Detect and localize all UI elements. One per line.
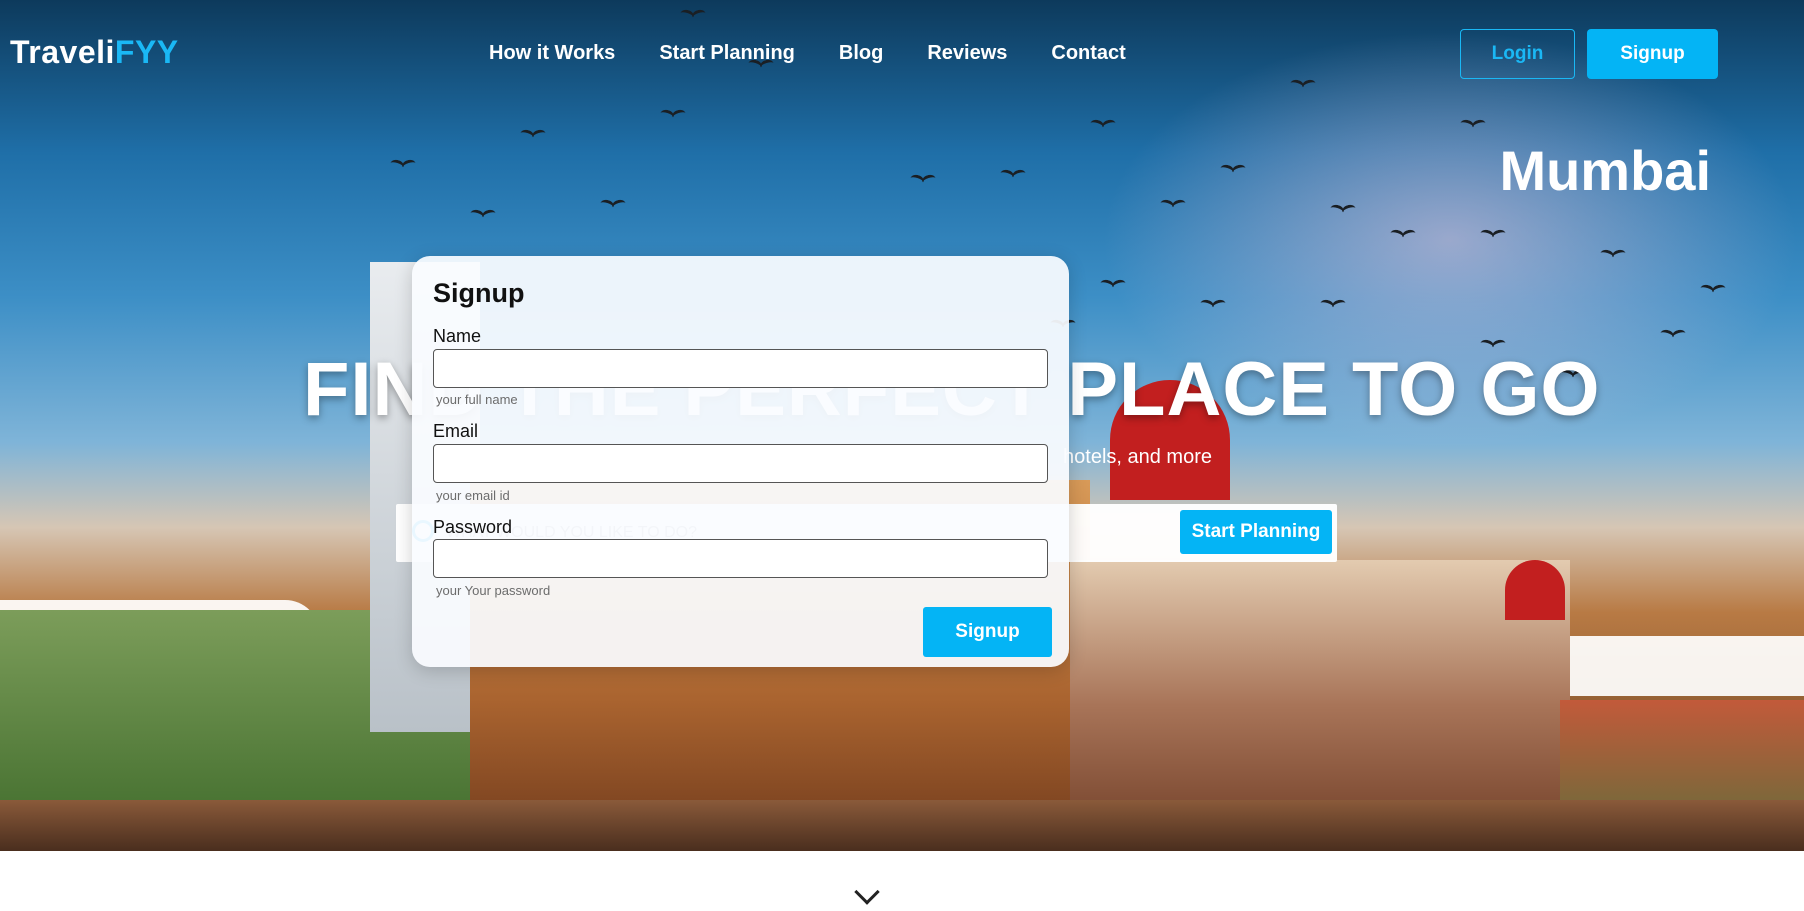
- name-hint: your full name: [436, 392, 518, 407]
- bird: [1200, 300, 1226, 310]
- top-navbar: TraveliFYY How it Works Start Planning B…: [0, 0, 1804, 106]
- signup-modal: Signup Name your full name Email your em…: [412, 256, 1069, 667]
- brand-name-accent: FYY: [114, 34, 179, 70]
- nav-link-start-planning[interactable]: Start Planning: [659, 42, 795, 65]
- email-field[interactable]: [433, 444, 1048, 483]
- brand-logo[interactable]: TraveliFYY: [10, 34, 179, 71]
- bird: [1100, 280, 1126, 290]
- red-dome-small: [1505, 560, 1565, 620]
- bird: [1090, 120, 1116, 130]
- bird: [390, 160, 416, 170]
- bird: [1320, 300, 1346, 310]
- bird: [1700, 285, 1726, 295]
- bird: [1460, 120, 1486, 130]
- modal-signup-button[interactable]: Signup: [923, 607, 1052, 657]
- bird: [520, 130, 546, 140]
- modal-title: Signup: [433, 278, 525, 308]
- chevron-down-icon[interactable]: [854, 879, 880, 905]
- password-hint: your Your password: [436, 583, 551, 598]
- nav-link-blog[interactable]: Blog: [839, 42, 883, 65]
- email-hint: your email id: [436, 488, 510, 503]
- name-field[interactable]: [433, 349, 1048, 388]
- bird: [1660, 330, 1686, 340]
- bird: [600, 200, 626, 210]
- email-label: Email: [433, 421, 479, 441]
- nav-link-how-it-works[interactable]: How it Works: [489, 42, 615, 65]
- login-button[interactable]: Login: [1460, 29, 1575, 79]
- bird: [1480, 230, 1506, 240]
- bird: [910, 175, 936, 185]
- start-planning-button[interactable]: Start Planning: [1180, 510, 1332, 554]
- signup-button[interactable]: Signup: [1587, 29, 1718, 79]
- password-label: Password: [433, 517, 513, 537]
- nav-links: How it Works Start Planning Blog Reviews…: [489, 42, 1126, 65]
- bird: [1390, 230, 1416, 240]
- name-label: Name: [433, 326, 482, 346]
- nav-link-reviews[interactable]: Reviews: [927, 42, 1007, 65]
- waterfront: [0, 800, 1804, 851]
- bird: [470, 210, 496, 220]
- bird: [1600, 250, 1626, 260]
- nav-link-contact[interactable]: Contact: [1051, 42, 1125, 65]
- password-field[interactable]: [433, 539, 1048, 578]
- cloud: [1540, 636, 1804, 696]
- city-name: Mumbai: [1499, 139, 1711, 202]
- bird: [660, 110, 686, 120]
- bird: [1330, 205, 1356, 215]
- bird: [1000, 170, 1026, 180]
- bird: [1220, 165, 1246, 175]
- brand-name-main: Traveli: [10, 34, 115, 70]
- bird: [1160, 200, 1186, 210]
